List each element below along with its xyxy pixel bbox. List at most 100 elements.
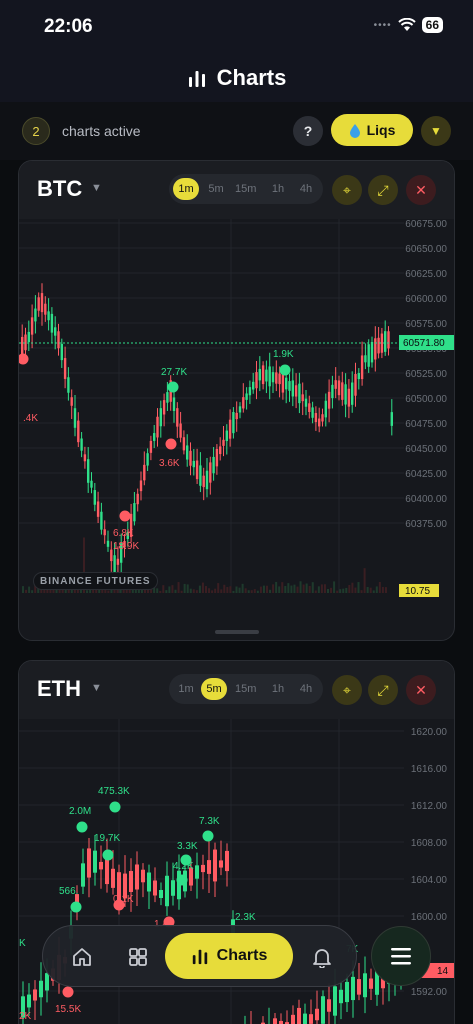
nav-alerts[interactable] [303, 938, 341, 976]
candle [205, 470, 209, 490]
y-tick-label: 1592.00 [411, 987, 448, 998]
status-bar: 22:06 •••• 66 [0, 0, 473, 54]
candle [27, 331, 30, 343]
candle [327, 391, 331, 409]
wifi-icon [397, 18, 416, 31]
candle [318, 418, 321, 427]
menu-button[interactable] [371, 926, 431, 986]
liquidation-dot [176, 874, 188, 886]
volume-bar [363, 568, 366, 593]
liquidation-dot [102, 849, 114, 861]
btc-tf-5m[interactable]: 5m [203, 178, 229, 200]
candle [294, 385, 298, 397]
btc-close-button[interactable]: ✕ [406, 175, 436, 205]
chevron-down-icon[interactable]: ▼ [91, 182, 102, 194]
volume-bar [156, 588, 159, 593]
liquidation-label: 4.2K [173, 861, 194, 872]
candle [149, 440, 153, 453]
btc-chart-area[interactable]: 60675.00 60650.00 60625.00 60600.00 60575.00… [19, 219, 455, 599]
volume-bar [214, 588, 217, 593]
btc-tf-4h[interactable]: 4h [293, 178, 319, 200]
candle [248, 387, 252, 396]
liquidation-label: 2.3K [235, 912, 256, 923]
volume-bar [165, 590, 168, 593]
y-tick-label: 60625.00 [405, 269, 447, 280]
eth-tf-1h[interactable]: 1h [265, 678, 291, 700]
volume-bar [305, 583, 308, 593]
eth-tf-4h[interactable]: 4h [293, 678, 319, 700]
btc-resize-handle[interactable] [215, 630, 259, 634]
eth-expand-button[interactable]: ⤢ [368, 675, 398, 705]
candle [367, 344, 370, 367]
volume-bar [259, 586, 262, 593]
candle [202, 475, 205, 488]
candle [298, 383, 301, 404]
candle [308, 403, 311, 412]
candle [166, 392, 169, 403]
nav-grid[interactable] [119, 938, 157, 976]
candle [44, 303, 47, 315]
candle [304, 398, 308, 407]
btc-tf-15m[interactable]: 15m [231, 178, 260, 200]
liquidation-label: 18.9K [113, 541, 139, 552]
liquidation-dot [109, 801, 121, 813]
bar-chart-icon [188, 71, 205, 87]
btc-crosshair-button[interactable]: ⌖ [332, 175, 362, 205]
volume-bar [192, 589, 195, 593]
volume-bar [208, 588, 211, 593]
bottom-nav: Charts [42, 925, 357, 987]
candle [374, 338, 377, 360]
volume-bar [201, 582, 204, 593]
volume-bar [284, 586, 287, 593]
volume-bar [336, 590, 339, 593]
eth-tf-5m[interactable]: 5m [201, 678, 227, 700]
candle [303, 1013, 307, 1024]
eth-tf-15m[interactable]: 15m [231, 678, 260, 700]
candle [27, 994, 31, 1008]
liqs-button[interactable]: Liqs [331, 114, 413, 146]
candle [225, 430, 228, 442]
volume-bar [293, 584, 296, 593]
btc-expand-button[interactable]: ⤢ [368, 175, 398, 205]
candle [135, 864, 139, 890]
candle [387, 331, 390, 349]
nav-home[interactable] [63, 938, 101, 976]
btc-tf-1m[interactable]: 1m [173, 178, 199, 200]
nav-charts[interactable]: Charts [165, 933, 293, 979]
eth-close-button[interactable]: ✕ [406, 675, 436, 705]
volume-bar [220, 589, 223, 593]
candle [147, 872, 151, 892]
volume-bar [360, 590, 363, 593]
candle [268, 366, 271, 387]
liquidation-label: 3.3K [177, 841, 198, 852]
chevron-down-icon[interactable]: ▼ [91, 682, 102, 694]
volume-bar [250, 590, 253, 593]
candle [153, 880, 157, 896]
volume-bar [195, 590, 198, 593]
eth-symbol[interactable]: ETH [37, 676, 81, 702]
eth-tf-1m[interactable]: 1m [173, 678, 199, 700]
liqs-dropdown-button[interactable]: ▼ [421, 116, 451, 146]
candle [141, 869, 145, 883]
btc-card-header: BTC ▼ 1m 5m 15m 1h 4h ⌖ ⤢ ✕ [19, 161, 454, 219]
help-button[interactable]: ? [293, 116, 323, 146]
liquidation-dot [165, 438, 177, 450]
volume-bar [281, 582, 284, 593]
volume-bar [247, 590, 250, 593]
candle [369, 978, 373, 989]
btc-symbol[interactable]: BTC [37, 176, 82, 202]
candle [255, 372, 258, 389]
candle [100, 511, 103, 530]
liquidation-label: 2.0M [69, 806, 91, 817]
btc-tf-1h[interactable]: 1h [265, 178, 291, 200]
candle [67, 377, 70, 393]
btc-candlestick-chart[interactable]: 60675.00 60650.00 60625.00 60600.00 60575.00… [19, 219, 455, 599]
volume-bar [177, 582, 180, 593]
volume-bar [244, 588, 247, 593]
candle [384, 331, 387, 352]
candle [301, 394, 304, 402]
candle [252, 381, 255, 390]
candle [30, 317, 34, 335]
eth-crosshair-button[interactable]: ⌖ [332, 675, 362, 705]
candle [238, 406, 242, 413]
